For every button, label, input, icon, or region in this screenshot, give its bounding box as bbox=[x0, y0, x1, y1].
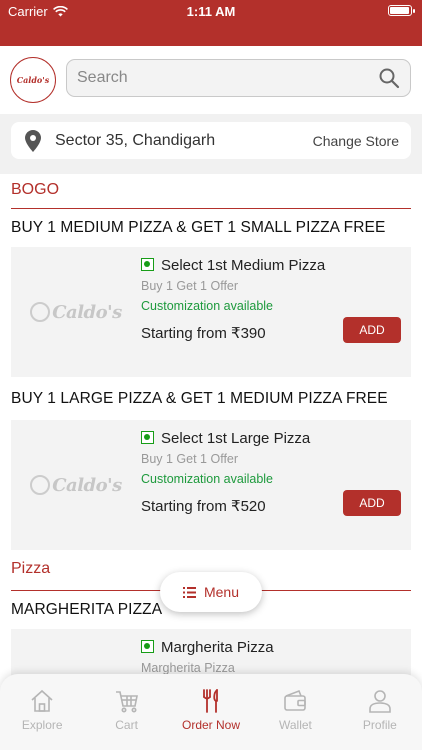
list-icon bbox=[182, 586, 196, 598]
brand-logo[interactable]: Caldo's bbox=[10, 57, 56, 103]
search-icon[interactable] bbox=[378, 67, 400, 89]
tab-label: Cart bbox=[115, 718, 138, 732]
store-location: Sector 35, Chandigarh bbox=[55, 131, 216, 149]
home-icon bbox=[31, 689, 53, 712]
veg-icon bbox=[141, 258, 154, 271]
battery-icon bbox=[388, 5, 415, 16]
wallet-icon bbox=[284, 689, 307, 711]
section-title-bogo: BOGO bbox=[11, 174, 411, 209]
header: Caldo's bbox=[0, 46, 422, 114]
tab-label: Explore bbox=[21, 718, 63, 732]
tab-wallet[interactable]: Wallet bbox=[253, 688, 337, 750]
item-description: Buy 1 Get 1 Offer bbox=[141, 452, 239, 466]
status-time: 1:11 AM bbox=[186, 4, 236, 19]
veg-icon bbox=[141, 640, 154, 653]
item-thumbnail: Caldo's bbox=[11, 247, 141, 377]
store-selector-wrap: Sector 35, Chandigarh Change Store bbox=[0, 114, 422, 174]
tab-profile[interactable]: Profile bbox=[338, 688, 422, 750]
bottom-tab-bar: Explore Cart Order Now Wallet Profile bbox=[0, 674, 422, 750]
item-name: Select 1st Large Pizza bbox=[141, 430, 411, 447]
item-name: Margherita Pizza bbox=[141, 639, 411, 656]
store-selector[interactable]: Sector 35, Chandigarh Change Store bbox=[11, 122, 411, 159]
caldos-logo-image: Caldo's bbox=[30, 302, 122, 323]
item-thumbnail: Caldo's bbox=[11, 420, 141, 550]
category-title: BUY 1 MEDIUM PIZZA & GET 1 SMALL PIZZA F… bbox=[11, 219, 386, 236]
menu-button-label: Menu bbox=[203, 584, 240, 600]
logo-text: Caldo's bbox=[16, 75, 50, 85]
item-description: Buy 1 Get 1 Offer bbox=[141, 279, 239, 293]
add-button[interactable]: ADD bbox=[343, 490, 401, 516]
search-input[interactable] bbox=[77, 69, 378, 87]
cart-icon bbox=[115, 691, 138, 713]
caldos-logo-image: Caldo's bbox=[30, 475, 122, 496]
tab-cart[interactable]: Cart bbox=[84, 688, 168, 750]
item-description: Margherita Pizza bbox=[141, 661, 235, 675]
location-pin-icon bbox=[25, 129, 41, 152]
tab-label: Order Now bbox=[182, 718, 241, 732]
menu-item-card[interactable]: Caldo's Select 1st Medium Pizza Buy 1 Ge… bbox=[11, 247, 411, 377]
menu-item-card[interactable]: Caldo's Select 1st Large Pizza Buy 1 Get… bbox=[11, 420, 411, 550]
customization-note: Customization available bbox=[141, 472, 274, 486]
change-store-link[interactable]: Change Store bbox=[313, 133, 399, 149]
tab-label: Wallet bbox=[278, 718, 312, 732]
search-bar[interactable] bbox=[66, 59, 411, 97]
fork-knife-icon bbox=[203, 689, 218, 713]
category-title: BUY 1 LARGE PIZZA & GET 1 MEDIUM PIZZA F… bbox=[11, 390, 388, 407]
menu-list: BOGO BUY 1 MEDIUM PIZZA & GET 1 SMALL PI… bbox=[0, 174, 422, 750]
status-bar: Carrier 1:11 AM bbox=[0, 0, 422, 46]
add-button[interactable]: ADD bbox=[343, 317, 401, 343]
tab-label: Profile bbox=[362, 718, 397, 732]
tab-explore[interactable]: Explore bbox=[0, 688, 84, 750]
menu-button[interactable]: Menu bbox=[160, 572, 262, 612]
tab-order-now[interactable]: Order Now bbox=[169, 688, 253, 750]
customization-note: Customization available bbox=[141, 299, 274, 313]
item-name: Select 1st Medium Pizza bbox=[141, 257, 411, 274]
person-icon bbox=[369, 690, 391, 713]
veg-icon bbox=[141, 431, 154, 444]
